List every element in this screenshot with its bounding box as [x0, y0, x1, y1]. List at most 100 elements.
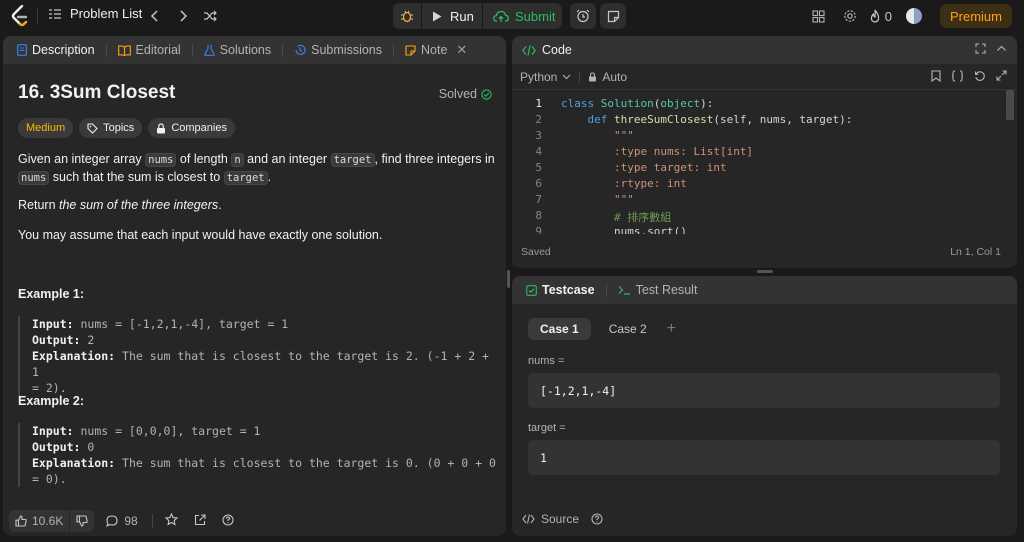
tab-note[interactable]: Note ✕	[401, 42, 471, 58]
gear-icon	[843, 10, 856, 22]
dislike-button[interactable]	[70, 510, 95, 532]
source-label: Source	[541, 512, 580, 526]
thumbs-down-icon	[76, 515, 89, 527]
line-number: 2	[535, 113, 542, 126]
case-tabs: Case 1 Case 2 +	[528, 318, 676, 340]
braces-icon[interactable]	[951, 70, 964, 85]
problem-list-button[interactable]: Problem List	[48, 6, 142, 21]
share-external-icon	[194, 513, 206, 525]
premium-button[interactable]: Premium	[939, 4, 1012, 28]
horizontal-resize-handle[interactable]	[757, 270, 773, 273]
avatar[interactable]	[905, 8, 922, 24]
field-label: nums =	[528, 355, 565, 367]
tab-editorial[interactable]: Editorial	[114, 43, 185, 57]
code-line: def threeSumClosest(self, nums, target):	[587, 113, 853, 126]
line-number: 1	[535, 97, 542, 110]
cloud-upload-icon	[493, 10, 509, 22]
code-header: Code	[512, 36, 1017, 64]
tab-test-result[interactable]: Test Result	[614, 283, 702, 297]
statement-text: Return	[18, 198, 59, 212]
run-submit-group: Run Submit	[393, 3, 626, 29]
notes-button[interactable]	[600, 3, 626, 29]
submit-button[interactable]: Submit	[483, 3, 562, 29]
nums-input[interactable]: [-1,2,1,-4]	[528, 373, 1000, 408]
tab-description[interactable]: Description	[13, 43, 99, 57]
comments-button[interactable]: 98	[106, 514, 138, 528]
layout-button[interactable]	[806, 3, 832, 29]
fullscreen-icon[interactable]	[996, 70, 1007, 85]
share-button[interactable]	[194, 513, 206, 529]
vertical-resize-handle[interactable]	[507, 270, 510, 288]
chevron-left-icon	[150, 10, 158, 22]
code-line: class Solution(object):	[561, 97, 714, 110]
source-button[interactable]: Source	[522, 512, 603, 526]
next-problem-button[interactable]	[173, 6, 193, 26]
difficulty-badge: Medium	[18, 118, 74, 138]
like-button[interactable]: 10.6K	[9, 510, 70, 532]
tag-chips: Medium Topics Companies	[18, 118, 235, 138]
tab-divider	[105, 43, 107, 57]
close-icon[interactable]: ✕	[456, 42, 467, 58]
like-count: 10.6K	[32, 514, 64, 528]
companies-label: Companies	[171, 122, 227, 134]
note-icon	[607, 10, 619, 22]
tab-solutions[interactable]: Solutions	[200, 43, 275, 57]
tab-divider	[282, 43, 284, 57]
tab-solutions-label: Solutions	[219, 43, 272, 57]
streak-counter[interactable]: 0	[869, 9, 892, 24]
testcase-panel: Testcase Test Result Case 1 Case 2 + num…	[512, 276, 1017, 536]
alarm-clock-icon	[576, 9, 590, 23]
testcase-tabbar: Testcase Test Result	[512, 276, 1017, 304]
chevron-up-icon[interactable]	[996, 42, 1007, 57]
problem-statement-assumption: You may assume that each input would hav…	[18, 228, 383, 242]
companies-chip[interactable]: Companies	[148, 118, 235, 138]
target-input[interactable]: 1	[528, 440, 1000, 475]
bug-icon	[401, 10, 413, 23]
leetcode-logo[interactable]	[11, 5, 29, 27]
debug-button[interactable]	[393, 3, 421, 29]
prev-problem-button[interactable]	[145, 6, 165, 26]
code-line: """	[613, 129, 634, 142]
lock-icon	[157, 122, 166, 133]
case-tab[interactable]: Case 1	[528, 318, 591, 340]
case-tab[interactable]: Case 2	[597, 318, 659, 340]
language-select[interactable]: Python	[520, 70, 571, 84]
example-explanation-cont: = 2).	[32, 381, 67, 395]
tag-icon	[87, 122, 98, 134]
inline-code: n	[231, 153, 244, 167]
help-button[interactable]	[222, 513, 234, 529]
example-explanation-cont: = 0).	[32, 472, 67, 486]
reset-icon[interactable]	[974, 70, 986, 85]
settings-button[interactable]	[837, 3, 863, 29]
favorite-button[interactable]	[164, 512, 179, 529]
example-block: Input: nums = [0,0,0], target = 1 Output…	[18, 423, 496, 487]
tab-testcase[interactable]: Testcase	[522, 283, 599, 297]
add-case-button[interactable]: +	[667, 320, 676, 338]
tab-testcase-label: Testcase	[542, 283, 595, 297]
play-icon	[433, 11, 442, 21]
example-input-label: Input:	[32, 424, 74, 438]
random-problem-button[interactable]	[200, 6, 220, 26]
run-button[interactable]: Run	[422, 3, 482, 29]
run-label: Run	[450, 8, 474, 24]
solved-label: Solved	[438, 87, 477, 101]
bookmark-icon[interactable]	[931, 70, 941, 85]
editor-scrollbar[interactable]	[1006, 90, 1014, 120]
timer-button[interactable]	[570, 3, 596, 29]
thumbs-up-icon	[15, 515, 27, 527]
maximize-icon[interactable]	[975, 42, 986, 57]
code-line: :type nums: List[int]	[613, 145, 754, 158]
code-editor[interactable]: 1 2 3 4 5 6 7 8 9 class Solution(object)…	[512, 96, 1007, 234]
topics-chip[interactable]: Topics	[79, 118, 143, 138]
lock-icon	[589, 71, 597, 81]
check-circle-icon	[481, 88, 492, 100]
fire-icon	[870, 9, 879, 23]
flask-icon	[203, 44, 215, 56]
autocomplete-toggle[interactable]: Auto	[588, 70, 627, 84]
example-explanation: Explanation: The sum that is closest to …	[32, 455, 496, 471]
topics-label: Topics	[103, 122, 135, 134]
list-icon	[49, 8, 61, 19]
language-label: Python	[520, 69, 558, 84]
tab-submissions[interactable]: Submissions	[290, 43, 386, 57]
example-output: Output: 0	[32, 439, 496, 455]
